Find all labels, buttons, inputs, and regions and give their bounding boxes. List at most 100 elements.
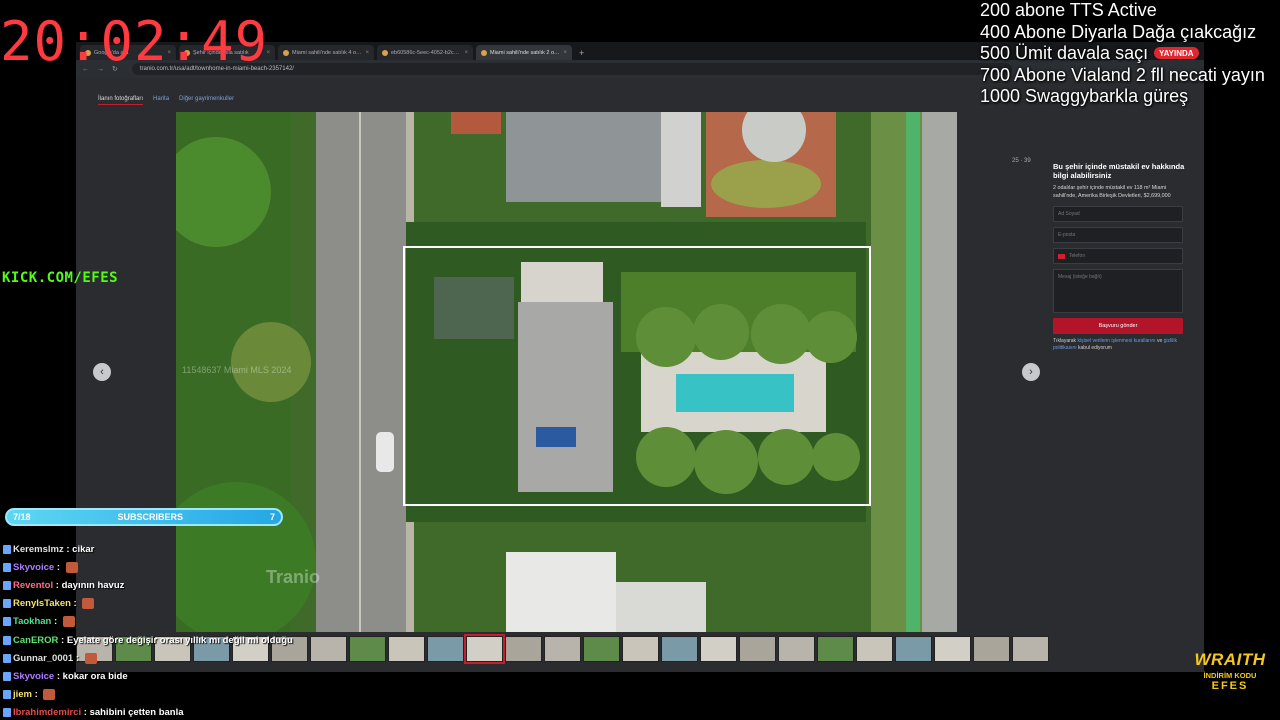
favicon-icon xyxy=(481,49,487,56)
badge-icon xyxy=(3,544,11,554)
close-tab-icon[interactable]: × xyxy=(464,50,468,56)
badge-icon xyxy=(3,671,11,681)
property-description: 2 odalılar şehir içinde müstakil ev 118 … xyxy=(1053,185,1171,199)
photo-thumbnail[interactable] xyxy=(973,636,1010,662)
browser-tab-active[interactable]: Miami sahili'nde satılık 2 odalı × xyxy=(476,45,572,60)
stream-screen: Google'da ara × Şehir içinde villa satılı… xyxy=(0,0,1280,720)
chat-username[interactable]: RenyIsTaken xyxy=(13,598,71,609)
sponsor-code-label: İNDİRİM KODU xyxy=(1203,671,1257,680)
badge-icon xyxy=(3,653,11,663)
tab-map[interactable]: Harita xyxy=(153,96,169,105)
chat-username[interactable]: Taokhan xyxy=(13,616,51,627)
tab-photos[interactable]: İlanın fotoğrafları xyxy=(98,96,144,105)
sponsor-brand: WRAITH xyxy=(1194,650,1266,669)
badge-icon xyxy=(3,690,11,700)
chat-message: CanEROR : Eyelate göre değişir orası yıl… xyxy=(3,631,323,649)
gallery-subtabs: İlanın fotoğrafları Harita Diğer gayrime… xyxy=(98,96,234,105)
badge-icon xyxy=(3,617,11,627)
kick-channel-link: KICK.COM/EFES xyxy=(2,270,119,286)
photo-thumbnail[interactable] xyxy=(505,636,542,662)
badge-icon xyxy=(3,580,11,590)
subscriber-progress-bar: 7/18 SUBSCRIBERS 7 xyxy=(5,508,283,526)
flag-icon xyxy=(1058,253,1065,259)
photo-watermark: 11548637 Miami MLS 2024 xyxy=(182,365,292,375)
photo-thumbnail[interactable] xyxy=(895,636,932,662)
submit-button[interactable]: Başvuru gönder xyxy=(1053,318,1183,334)
phone-field[interactable]: Telefon xyxy=(1053,248,1183,264)
chat-username[interactable]: CanEROR xyxy=(13,635,58,646)
subs-goal: 7 xyxy=(269,512,275,522)
badge-icon xyxy=(3,635,11,645)
chat-message: Gunnar_0001 : xyxy=(3,649,323,667)
subs-label: SUBSCRIBERS xyxy=(117,512,184,522)
prev-photo-button[interactable]: ‹ xyxy=(93,363,111,381)
chat-text: Eyelate göre değişir orası yıllık mı değ… xyxy=(66,634,293,646)
goal-line: 200 abone TTS Active xyxy=(980,0,1157,20)
chat-username[interactable]: Skyvoice xyxy=(13,562,54,573)
subs-count: 7/18 xyxy=(13,512,31,522)
badge-icon xyxy=(3,562,11,572)
photo-thumbnail[interactable] xyxy=(388,636,425,662)
chat-message: RenyIsTaken : xyxy=(3,595,323,613)
privacy-rules-link[interactable]: kişisel verilerin işlenmesi kurallarını xyxy=(1077,338,1155,344)
close-tab-icon[interactable]: × xyxy=(563,50,567,56)
photo-thumbnail[interactable] xyxy=(544,636,581,662)
form-title: Bu şehir içinde müstakil ev hakkında bil… xyxy=(1053,162,1185,180)
tab-other-properties[interactable]: Diğer gayrimenkuller xyxy=(179,96,234,105)
photo-thumbnail[interactable] xyxy=(817,636,854,662)
chat-username[interactable]: Reventol xyxy=(13,580,53,591)
photo-thumbnail[interactable] xyxy=(856,636,893,662)
goal-line: 500 Ümit davala saçı xyxy=(980,43,1149,63)
photo-thumbnail[interactable] xyxy=(661,636,698,662)
emote-icon xyxy=(82,598,95,610)
badge-icon xyxy=(3,708,11,718)
photo-thumbnail[interactable] xyxy=(583,636,620,662)
photo-thumbnail[interactable] xyxy=(934,636,971,662)
emote-icon xyxy=(62,616,75,628)
photo-thumbnail[interactable] xyxy=(622,636,659,662)
photo-thumbnail[interactable] xyxy=(464,634,505,664)
emote-icon xyxy=(65,561,78,573)
email-field[interactable]: E-posta xyxy=(1053,227,1183,243)
chat-username[interactable]: Gunnar_0001 xyxy=(13,653,73,664)
chat-text: cikar xyxy=(72,543,95,555)
message-field[interactable]: Mesaj (isteğe bağlı) xyxy=(1053,269,1183,313)
photo-thumbnail[interactable] xyxy=(778,636,815,662)
chat-text: kokar ora bide xyxy=(62,670,128,682)
sponsor-code: EFES xyxy=(1211,680,1249,692)
contact-form: Bu şehir içinde müstakil ev hakkında bil… xyxy=(1053,162,1185,352)
chat-message: Skyvoice : kokar ora bide xyxy=(3,667,323,685)
chat-username[interactable]: jiem xyxy=(13,689,32,700)
favicon-icon xyxy=(283,49,289,56)
name-field[interactable]: Ad Soyad xyxy=(1053,206,1183,222)
chat-overlay: Keremslmz : cikar Skyvoice : Reventol : d… xyxy=(3,540,323,720)
new-tab-icon[interactable]: + xyxy=(579,48,584,58)
chat-text: dayının havuz xyxy=(61,579,125,591)
chat-message: Keremslmz : cikar xyxy=(3,540,323,558)
photo-thumbnail[interactable] xyxy=(700,636,737,662)
photo-thumbnail[interactable] xyxy=(739,636,776,662)
chat-message: Reventol : dayının havuz xyxy=(3,576,323,594)
chat-text: sahibini çetten banla xyxy=(89,707,184,719)
photo-thumbnail[interactable] xyxy=(349,636,386,662)
chat-username[interactable]: Ibrahimdemirci xyxy=(13,707,81,718)
live-badge: YAYINDA xyxy=(1154,47,1199,59)
terms-text: Tıklayarak kişisel verilerin işlenmesi k… xyxy=(1053,338,1177,351)
goal-line: 400 Abone Diyarla Dağa çıakcağız xyxy=(980,21,1257,42)
photo-thumbnail[interactable] xyxy=(427,636,464,662)
photo-thumbnail[interactable] xyxy=(1012,636,1049,662)
emote-icon xyxy=(43,689,56,701)
chat-message: Skyvoice : xyxy=(3,558,323,576)
emote-icon xyxy=(84,652,97,664)
browser-tab[interactable]: eb60586c-5eec-4052-b2c7-70 × xyxy=(377,45,473,60)
chat-message: jiem : xyxy=(3,686,323,704)
sponsor-logo: WRAITH İNDİRİM KODU EFES xyxy=(1180,650,1280,692)
chat-username[interactable]: Keremslmz xyxy=(13,544,64,555)
chat-username[interactable]: Skyvoice xyxy=(13,671,54,682)
chat-message: Ibrahimdemirci : sahibini çetten banla xyxy=(3,704,323,720)
browser-tab[interactable]: Miami sahili'nde satılık 4 odalı × xyxy=(278,45,374,60)
photo-counter: 25 · 39 xyxy=(1012,158,1031,164)
close-tab-icon[interactable]: × xyxy=(365,50,369,56)
goal-line: 700 Abone Vialand 2 fll necati yayın xyxy=(980,64,1265,85)
next-photo-button[interactable]: › xyxy=(1022,363,1040,381)
